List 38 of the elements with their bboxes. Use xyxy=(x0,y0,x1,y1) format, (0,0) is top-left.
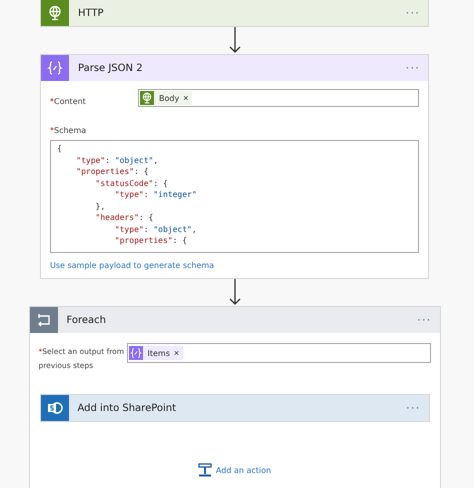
curly-braces-icon xyxy=(47,60,63,76)
sample-payload-link[interactable]: Use sample payload to generate schema xyxy=(50,261,214,270)
code-line: }, xyxy=(94,200,106,212)
step-header[interactable]: Foreach ··· xyxy=(30,307,440,333)
sharepoint-icon xyxy=(46,400,62,416)
step-header[interactable]: Add into SharePoint ··· xyxy=(40,395,428,421)
schema-editor[interactable]: { "type": "object", "properties": { "statusCode": { "type": "integer" }, "headers": { "type": "object", "properties": { xyxy=(50,140,419,253)
code-line: "type": "object", xyxy=(75,154,160,166)
add-action-icon xyxy=(198,463,212,477)
step-title: Parse JSON 2 xyxy=(77,62,144,74)
token-chip[interactable]: Body × xyxy=(140,91,192,105)
code-line: "statusCode": { xyxy=(94,178,169,189)
code-line: "properties": { xyxy=(75,166,150,178)
code-line: "type": "object", xyxy=(114,224,198,235)
more-menu-button[interactable]: ··· xyxy=(398,6,428,20)
code-line: "type": "integer" xyxy=(114,189,198,200)
remove-token-button[interactable]: × xyxy=(170,348,184,358)
token-chip[interactable]: Items × xyxy=(128,346,184,360)
step-title: Add into SharePoint xyxy=(76,402,178,414)
down-arrow xyxy=(228,27,240,54)
loop-icon xyxy=(36,312,52,328)
code-line: "headers": { xyxy=(94,212,154,224)
step-title: HTTP xyxy=(77,8,105,18)
token-label: Items xyxy=(146,348,170,358)
add-action-button[interactable]: Add an action xyxy=(192,462,278,478)
content-field[interactable]: Body × xyxy=(138,89,419,107)
remove-token-button[interactable]: × xyxy=(179,93,192,103)
output-field[interactable]: Items × xyxy=(126,343,430,363)
step-header[interactable]: Parse JSON 2 ··· xyxy=(41,55,428,81)
globe-icon xyxy=(47,5,63,21)
code-line: "properties": { xyxy=(114,235,188,246)
field-label: *Content xyxy=(50,97,86,106)
code-line: { xyxy=(57,143,63,154)
step-title: Foreach xyxy=(66,314,108,326)
field-label: *Schema xyxy=(50,126,86,135)
down-arrow xyxy=(228,279,240,306)
step-header[interactable]: HTTP ··· xyxy=(41,0,428,26)
token-label: Body xyxy=(158,94,180,102)
